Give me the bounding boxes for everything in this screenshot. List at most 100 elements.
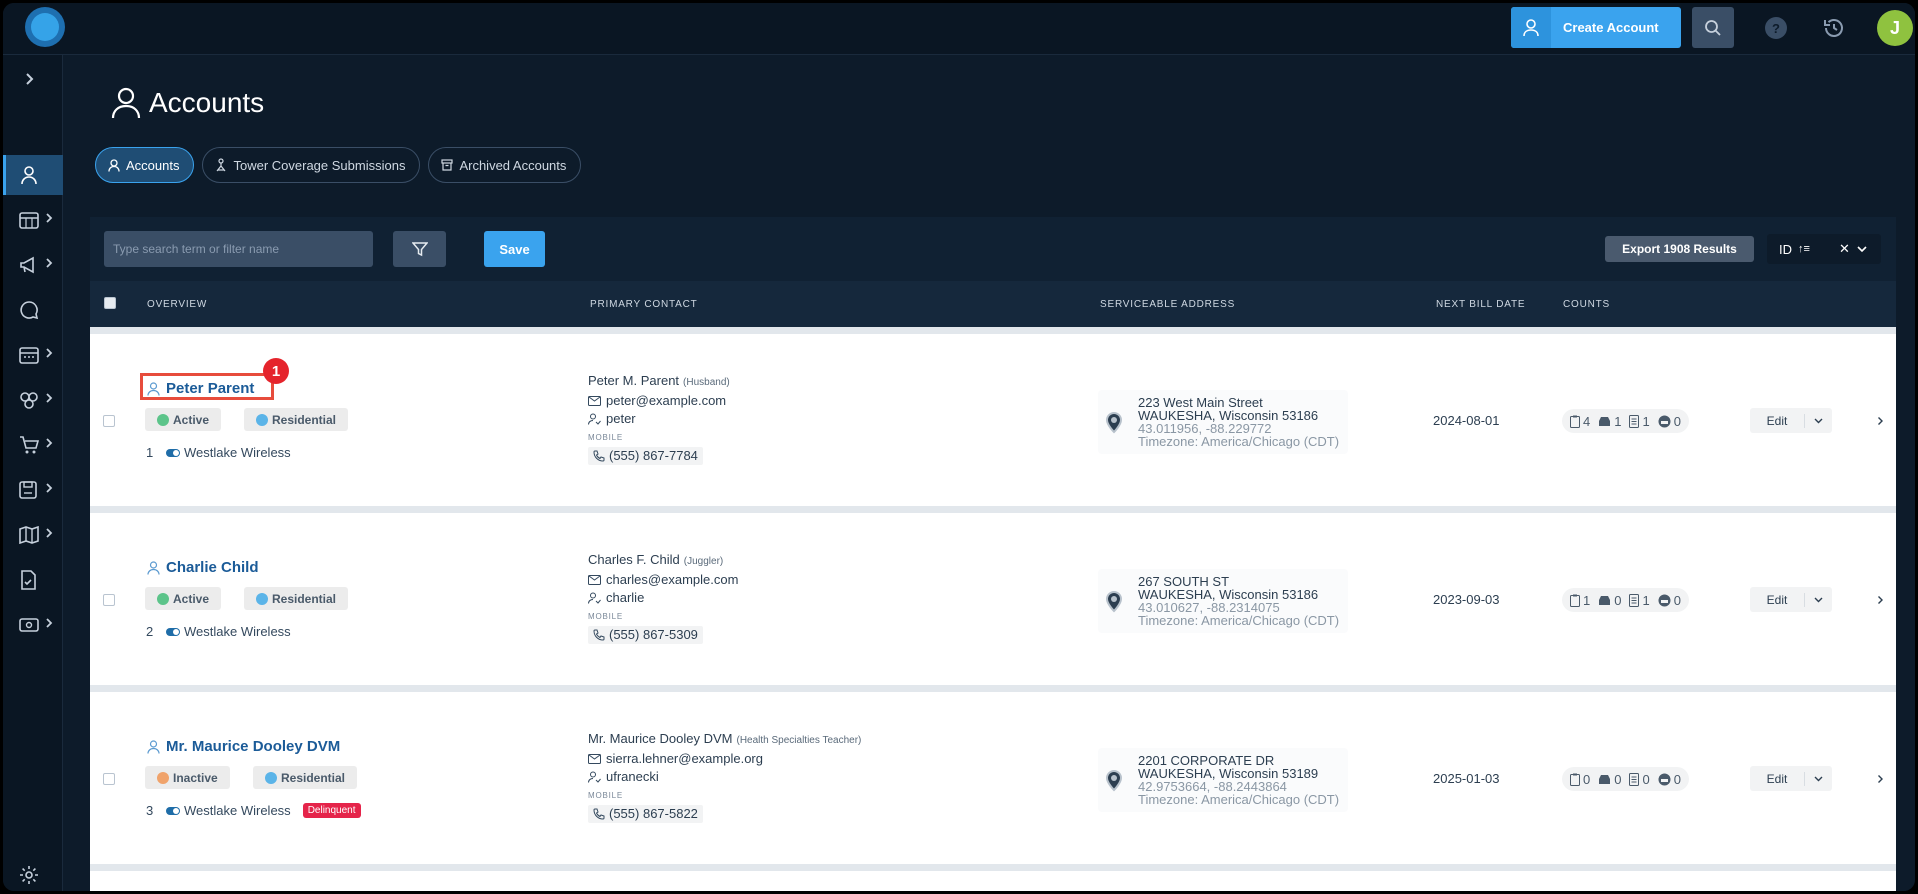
header-counts[interactable]: COUNTS [1563, 299, 1610, 310]
megaphone-icon [20, 256, 34, 274]
filter-button[interactable] [393, 231, 446, 267]
chevron-right-icon [26, 73, 34, 85]
row-checkbox[interactable] [103, 415, 115, 427]
gear-icon [20, 866, 38, 884]
contact-email[interactable]: charles@example.com [606, 571, 738, 589]
money-icon [19, 618, 39, 632]
tab-archived-accounts[interactable]: Archived Accounts [428, 147, 582, 183]
user-icon [111, 87, 141, 119]
sidebar-item-calendar[interactable] [3, 335, 63, 375]
sort-field-label: ID [1779, 241, 1792, 257]
chat-bubble-icon [20, 301, 39, 320]
search-input[interactable] [104, 231, 373, 267]
edit-dropdown[interactable] [1805, 597, 1832, 603]
clear-sort-icon[interactable]: ✕ [1839, 241, 1850, 257]
highlight-box [140, 373, 274, 400]
account-id-line: 1 Westlake Wireless [146, 445, 291, 460]
sidebar-item-settings[interactable] [3, 855, 63, 891]
edit-button[interactable]: Edit [1750, 771, 1805, 786]
account-name-link[interactable]: Charlie Child [147, 559, 259, 576]
status-badge: Active [145, 587, 222, 610]
contact-email[interactable]: peter@example.com [606, 392, 726, 410]
callout-badge: 1 [263, 358, 289, 384]
sidebar-item-payments[interactable] [3, 605, 63, 645]
header-serviceable-address[interactable]: SERVICEABLE ADDRESS [1100, 299, 1235, 310]
chevron-right-icon[interactable] [1877, 595, 1884, 605]
contact-phone[interactable]: (555) 867-5822 [588, 805, 703, 823]
contact-name: Mr. Maurice Dooley DVM [588, 731, 733, 746]
phone-label: MOBILE [588, 791, 624, 800]
edit-button[interactable]: Edit [1750, 592, 1805, 607]
chevron-down-icon[interactable] [1857, 245, 1867, 253]
header-overview[interactable]: OVERVIEW [147, 299, 207, 310]
contact-phone[interactable]: (555) 867-7784 [588, 447, 703, 465]
table-body: Peter Parent 1 Active Residential 1 West… [90, 327, 1896, 891]
chevron-right-icon [46, 528, 53, 538]
edit-dropdown[interactable] [1805, 776, 1832, 782]
chevron-right-icon[interactable] [1877, 416, 1884, 426]
tab-tower-coverage-submissions[interactable]: Tower Coverage Submissions [202, 147, 421, 183]
global-search-button[interactable] [1692, 7, 1734, 48]
clipboard-icon [1570, 773, 1580, 786]
email-icon [588, 754, 601, 764]
create-account-button[interactable]: Create Account [1511, 7, 1681, 48]
sort-select[interactable]: ID ↑≡ ✕ [1767, 234, 1881, 264]
header-next-bill-date[interactable]: NEXT BILL DATE [1436, 299, 1525, 310]
address-timezone: Timezone: America/Chicago (CDT) [1138, 434, 1340, 449]
app-logo[interactable] [25, 7, 65, 47]
account-type-badge: Residential [253, 766, 358, 789]
chevron-right-icon [46, 618, 53, 628]
edit-button-group: Edit [1750, 408, 1832, 433]
edit-dropdown[interactable] [1805, 418, 1832, 424]
chevron-right-icon[interactable] [1877, 774, 1884, 784]
serviceable-address[interactable]: 267 SOUTH ST WAUKESHA, Wisconsin 53186 43.… [1098, 569, 1348, 633]
contact-relation: (Health Specialties Teacher) [736, 735, 862, 746]
edit-button[interactable]: Edit [1750, 413, 1805, 428]
account-id: 2 [146, 624, 154, 639]
row-checkbox[interactable] [103, 773, 115, 785]
document-icon [1629, 772, 1640, 786]
header-primary-contact[interactable]: PRIMARY CONTACT [590, 299, 698, 310]
sidebar-item-maps[interactable] [3, 515, 63, 555]
address-timezone: Timezone: America/Chicago (CDT) [1138, 613, 1340, 628]
contact-email[interactable]: sierra.lehner@example.org [606, 750, 763, 768]
tab-accounts[interactable]: Accounts [95, 147, 195, 183]
next-bill-date: 2024-08-01 [1433, 413, 1500, 428]
sidebar-item-accounts[interactable] [3, 155, 63, 195]
provider-name: Westlake Wireless [184, 445, 291, 460]
export-button[interactable]: Export 1908 Results [1605, 236, 1754, 262]
sidebar-item-reports[interactable] [3, 470, 63, 510]
account-id: 3 [146, 803, 154, 818]
device-icon [1658, 594, 1671, 606]
table-row[interactable]: Charlie Child Active Residential 2 Westl… [90, 513, 1896, 685]
user-avatar[interactable]: J [1877, 10, 1913, 46]
account-name-link[interactable]: Mr. Maurice Dooley DVM [147, 738, 340, 755]
table-row[interactable]: Peter Parent 1 Active Residential 1 West… [90, 334, 1896, 506]
save-button[interactable]: Save [484, 231, 545, 267]
contact-phone[interactable]: (555) 867-5309 [588, 626, 703, 644]
user-key-icon [588, 413, 601, 425]
clipboard-icon [1570, 594, 1580, 607]
sidebar-item-network[interactable] [3, 380, 63, 420]
map-pin-icon [1105, 591, 1123, 613]
sidebar-item-billing[interactable] [3, 200, 63, 240]
serviceable-address[interactable]: 223 West Main Street WAUKESHA, Wisconsin … [1098, 390, 1348, 454]
table-row[interactable] [90, 871, 1896, 891]
table-row[interactable]: Mr. Maurice Dooley DVM Inactive Resident… [90, 692, 1896, 864]
help-icon[interactable]: ? [1765, 17, 1787, 39]
contact-name: Peter M. Parent [588, 373, 680, 388]
select-all-checkbox[interactable] [104, 297, 116, 309]
sort-ascending-icon[interactable]: ↑≡ [1798, 243, 1810, 255]
sidebar-expand-button[interactable] [3, 59, 63, 99]
row-checkbox[interactable] [103, 594, 115, 606]
counts-group: 4 1 1 0 [1562, 409, 1689, 433]
sidebar-item-inventory[interactable] [3, 425, 63, 465]
primary-contact: Mr. Maurice Dooley DVM (Health Specialtie… [588, 730, 861, 825]
sidebar-item-documents[interactable] [3, 560, 63, 600]
sidebar-item-messages[interactable] [3, 290, 63, 330]
serviceable-address[interactable]: 2201 CORPORATE DR WAUKESHA, Wisconsin 531… [1098, 748, 1348, 812]
phone-icon [593, 629, 605, 641]
history-icon[interactable] [1821, 15, 1847, 41]
sidebar-item-marketing[interactable] [3, 245, 63, 285]
document-icon [1629, 593, 1640, 607]
